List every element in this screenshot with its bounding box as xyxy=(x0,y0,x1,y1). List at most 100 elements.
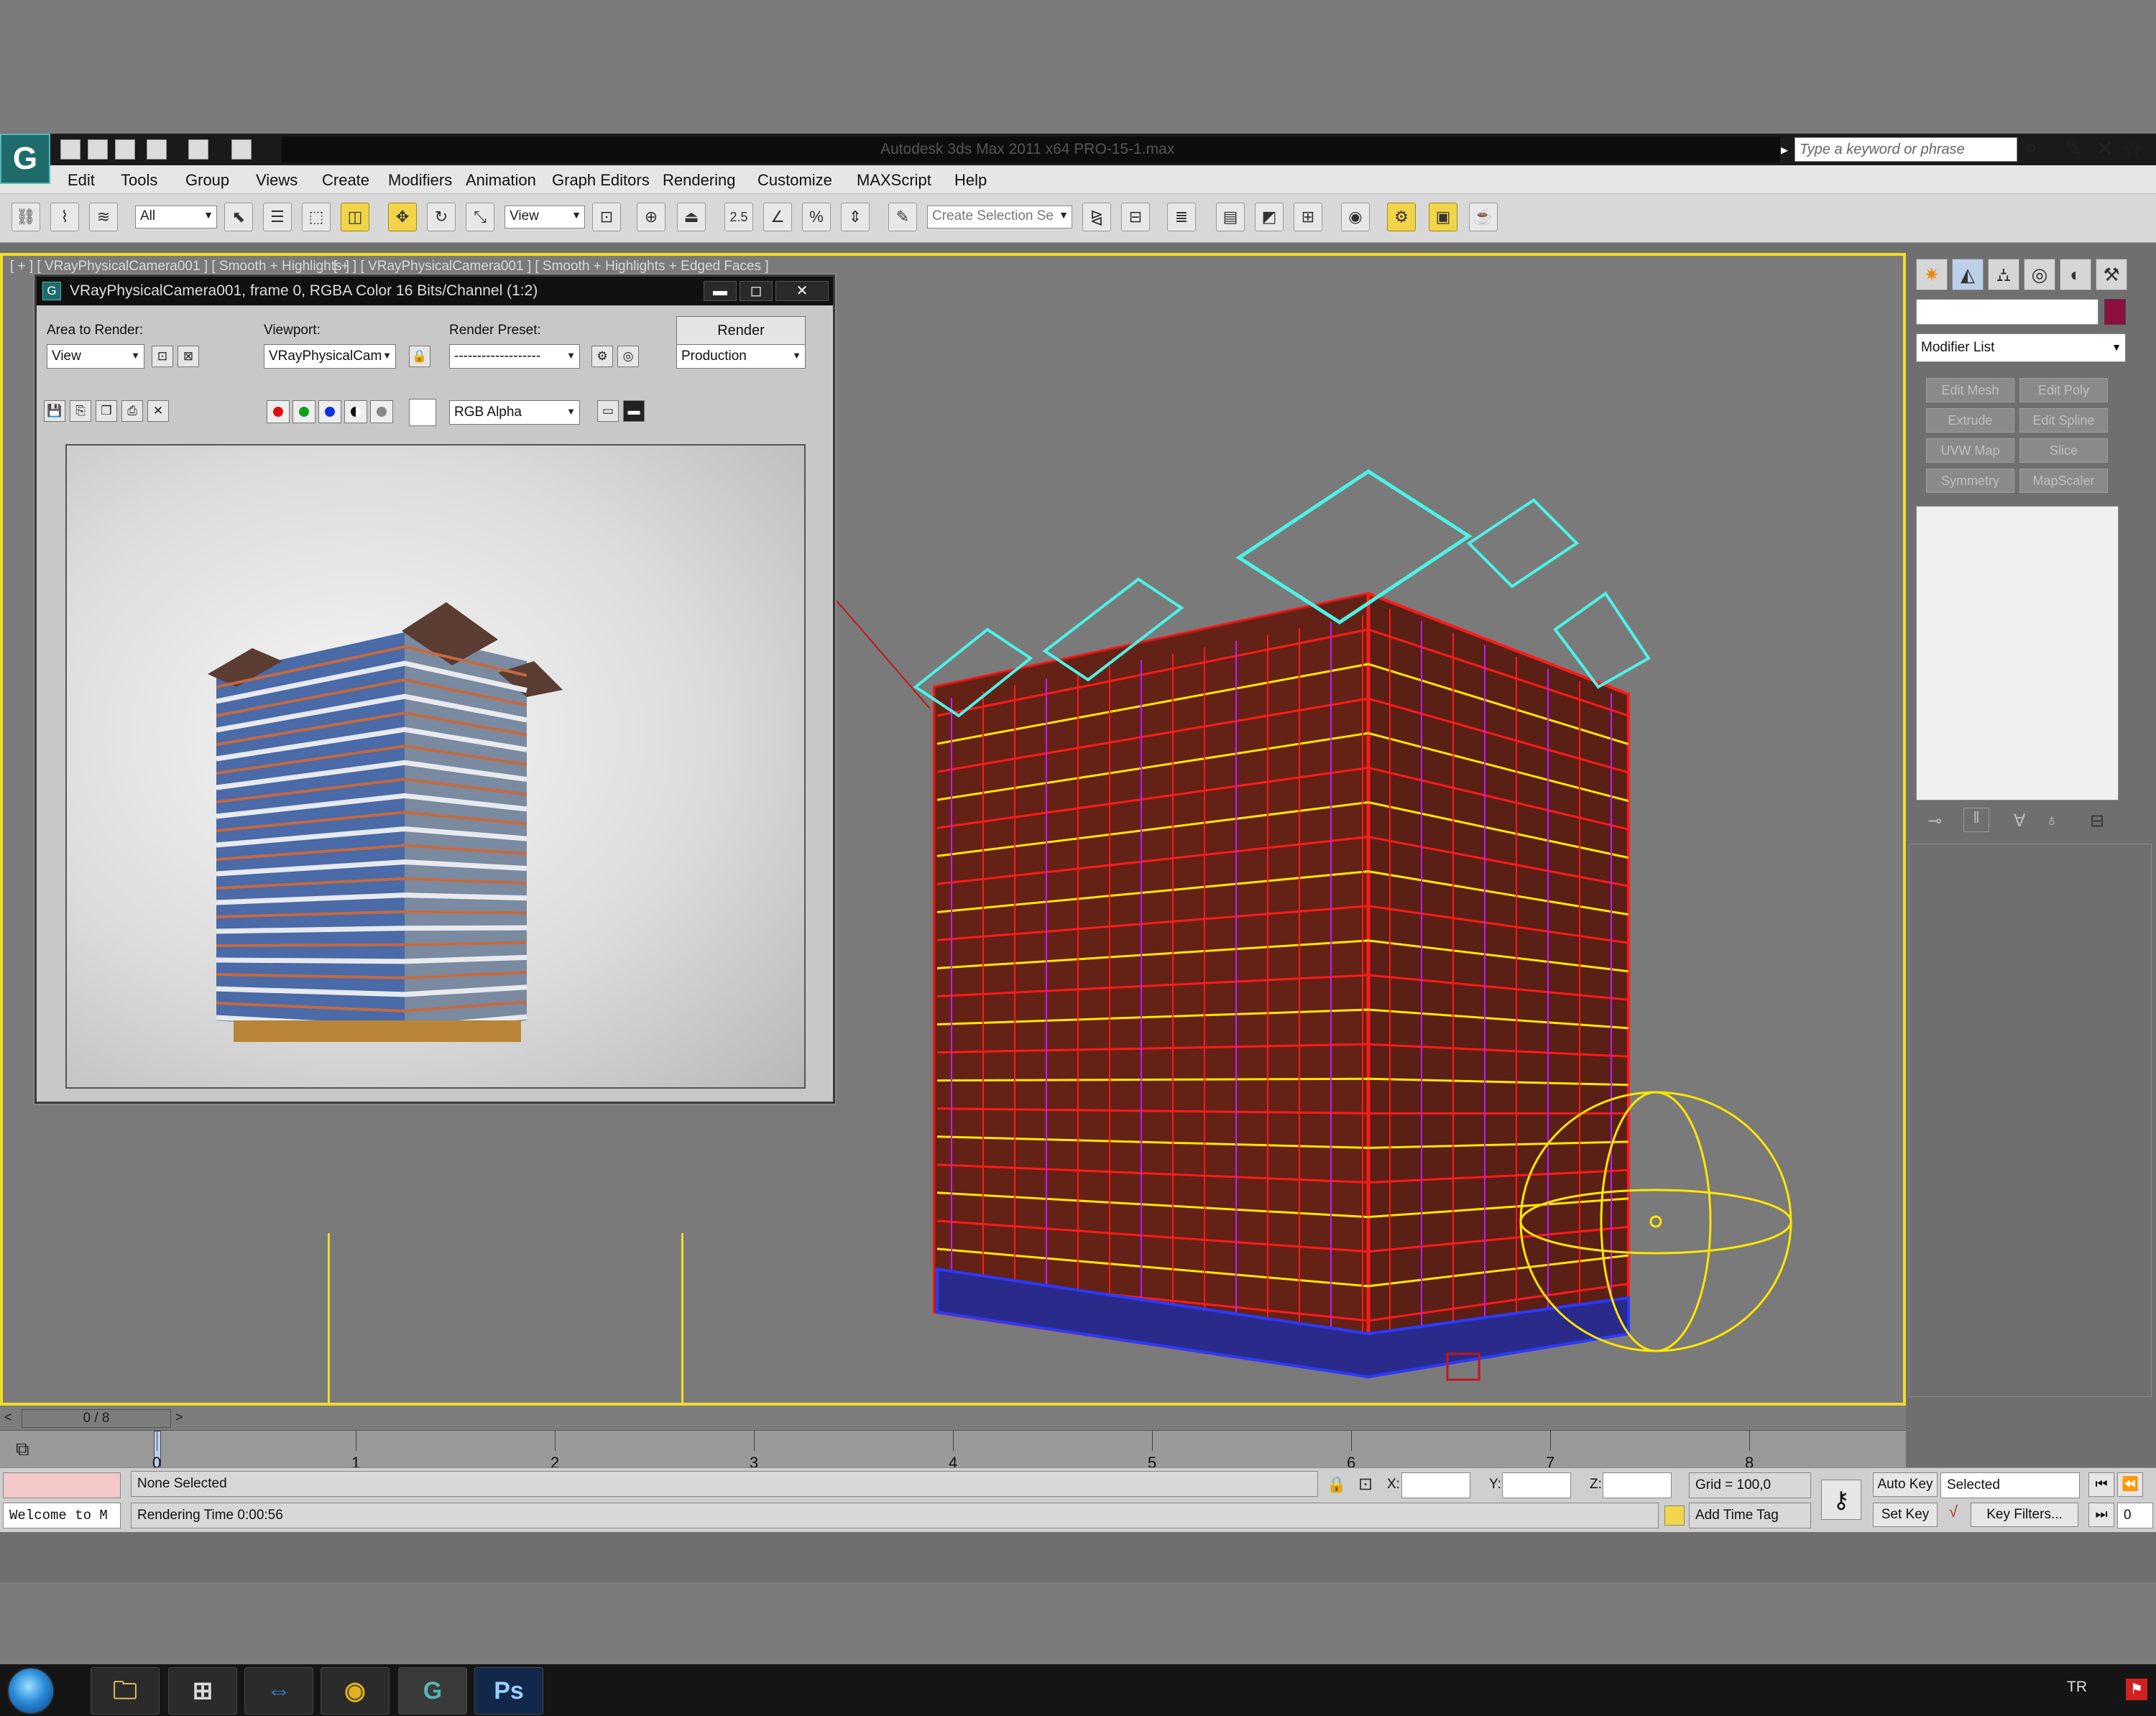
toggle-ui-overlay-icon[interactable]: ▭ xyxy=(597,400,619,422)
lock-viewport-icon[interactable]: 🔒 xyxy=(409,346,430,367)
maxscript-mini-listener-top[interactable] xyxy=(3,1472,121,1498)
maximize-button[interactable]: ◻ xyxy=(740,281,773,301)
key-mode-icon[interactable]: √ xyxy=(1940,1503,1966,1527)
selection-lock-icon[interactable]: 🔒 xyxy=(1327,1475,1346,1494)
render-setup-icon[interactable]: ⚙ xyxy=(1387,203,1416,231)
object-name-field[interactable] xyxy=(1916,299,2099,325)
time-slider[interactable]: < 0 / 8 > xyxy=(0,1406,1906,1430)
snaps-toggle-icon[interactable]: 2.5 xyxy=(724,203,753,231)
environment-icon[interactable]: ◎ xyxy=(617,346,639,367)
absolute-mode-icon[interactable]: ⊡ xyxy=(1358,1474,1373,1495)
viewport-select[interactable]: VRayPhysicalCam xyxy=(264,344,396,369)
menu-edit[interactable]: Edit xyxy=(68,171,95,190)
select-and-scale-icon[interactable]: ⤡ xyxy=(466,203,494,231)
configure-modifier-sets-icon[interactable]: ⊟ xyxy=(2090,811,2104,831)
explorer-icon[interactable]: 🗀 xyxy=(91,1667,160,1715)
bind-space-warp-icon[interactable]: ≋ xyxy=(89,203,118,231)
rectangle-selection-icon[interactable]: ⬚ xyxy=(302,203,331,231)
alpha-channel-toggle[interactable] xyxy=(344,400,367,423)
menu-animation[interactable]: Animation xyxy=(466,171,536,190)
menu-help[interactable]: Help xyxy=(954,171,987,190)
language-indicator[interactable]: TR xyxy=(2067,1679,2087,1696)
display-tab-icon[interactable]: ◐ xyxy=(2060,259,2091,290)
unlink-icon[interactable]: ⌇ xyxy=(50,203,79,231)
layer-manager-icon[interactable]: ≣ xyxy=(1167,203,1196,231)
maxscript-mini-listener[interactable]: Welcome to M xyxy=(3,1503,121,1528)
save-file-icon[interactable] xyxy=(115,139,135,160)
menu-graph-editors[interactable]: Graph Editors xyxy=(552,171,650,190)
color-swatch[interactable] xyxy=(409,399,436,426)
object-color-swatch[interactable] xyxy=(2104,299,2126,325)
time-tag-icon[interactable] xyxy=(1664,1505,1685,1526)
clone-window-icon[interactable]: ❐ xyxy=(96,400,117,422)
rendered-frame-window[interactable]: VRayPhysicalCamera001, frame 0, RGBA Col… xyxy=(34,275,835,1104)
x-coordinate-field[interactable] xyxy=(1401,1472,1470,1498)
teamviewer-icon[interactable]: ⇔ xyxy=(244,1667,313,1715)
communication-icon[interactable]: ✎ xyxy=(2064,137,2082,162)
z-coordinate-field[interactable] xyxy=(1603,1472,1672,1498)
select-and-link-icon[interactable]: ⛓ xyxy=(11,203,40,231)
mapscaler-button[interactable]: MapScaler xyxy=(2019,469,2108,493)
set-key-icon[interactable]: ⚷ xyxy=(1821,1480,1861,1520)
show-end-result-icon[interactable]: ‖ xyxy=(1963,808,1989,832)
search-arrow-icon[interactable]: ▸ xyxy=(1781,141,1788,159)
symmetry-button[interactable]: Symmetry xyxy=(1926,469,2014,493)
select-by-name-icon[interactable]: ☰ xyxy=(263,203,292,231)
select-and-move-icon[interactable]: ✥ xyxy=(388,203,417,231)
notification-tray-icon[interactable]: ⚑ xyxy=(2126,1679,2147,1700)
edit-mesh-button[interactable]: Edit Mesh xyxy=(1926,378,2014,402)
production-select[interactable]: Production xyxy=(676,344,806,369)
y-coordinate-field[interactable] xyxy=(1502,1472,1571,1498)
reference-coordinate-select[interactable]: View xyxy=(505,206,585,229)
binoculars-icon[interactable]: ⚭ xyxy=(2021,137,2039,162)
create-tab-icon[interactable]: ✷ xyxy=(1916,259,1948,290)
render-production-icon[interactable]: ☕ xyxy=(1469,203,1498,231)
mini-curve-editor-icon[interactable]: ⧉ xyxy=(16,1438,29,1461)
clear-image-icon[interactable]: ✕ xyxy=(147,400,169,422)
selection-filter-select[interactable]: All xyxy=(135,206,217,229)
modify-tab-icon[interactable]: ◭ xyxy=(1952,259,1984,290)
make-unique-icon[interactable]: ∀ xyxy=(2014,811,2025,831)
red-channel-toggle[interactable] xyxy=(267,400,290,423)
utilities-tab-icon[interactable]: ⚒ xyxy=(2096,259,2127,290)
new-file-icon[interactable] xyxy=(60,139,80,160)
3dsmax-icon[interactable]: G xyxy=(398,1667,467,1715)
menu-tools[interactable]: Tools xyxy=(121,171,157,190)
menu-customize[interactable]: Customize xyxy=(757,171,832,190)
uvw-map-button[interactable]: UVW Map xyxy=(1926,438,2014,463)
graphite-ribbon-icon[interactable]: ▤ xyxy=(1216,203,1245,231)
print-image-icon[interactable]: ⎙ xyxy=(121,400,143,422)
undo-icon[interactable] xyxy=(147,139,167,160)
rendered-frame-window-icon[interactable]: ▣ xyxy=(1429,203,1457,231)
go-to-start-icon[interactable]: ⏮ xyxy=(2088,1472,2114,1497)
chrome-icon[interactable]: ◉ xyxy=(321,1667,390,1715)
named-selection-set-select[interactable]: Create Selection Se xyxy=(927,206,1072,229)
auto-region-icon[interactable]: ⊠ xyxy=(178,346,199,367)
search-input[interactable]: Type a keyword or phrase xyxy=(1795,137,2017,162)
modifier-stack[interactable] xyxy=(1916,506,2119,801)
photoshop-icon[interactable]: Ps xyxy=(474,1667,543,1715)
hierarchy-tab-icon[interactable]: ⛼ xyxy=(1988,259,2019,290)
menu-views[interactable]: Views xyxy=(256,171,298,190)
minimize-button[interactable]: ▬ xyxy=(704,281,737,301)
key-filters-button[interactable]: Key Filters... xyxy=(1971,1503,2078,1527)
channel-display-select[interactable]: RGB Alpha xyxy=(449,400,580,425)
application-button[interactable]: G xyxy=(0,134,50,184)
edit-spline-button[interactable]: Edit Spline xyxy=(2019,408,2108,433)
pivot-center-icon[interactable]: ⊡ xyxy=(592,203,621,231)
key-selection-select[interactable]: Selected xyxy=(1940,1472,2080,1498)
next-frame-icon[interactable]: > xyxy=(175,1410,183,1425)
motion-tab-icon[interactable]: ◎ xyxy=(2024,259,2055,290)
render-button[interactable]: Render xyxy=(676,316,806,345)
edit-region-icon[interactable]: ⊡ xyxy=(152,346,173,367)
window-crossing-icon[interactable]: ◫ xyxy=(341,203,369,231)
percent-snap-icon[interactable]: % xyxy=(802,203,831,231)
menu-modifiers[interactable]: Modifiers xyxy=(388,171,452,190)
auto-key-button[interactable]: Auto Key xyxy=(1873,1472,1938,1497)
open-file-icon[interactable] xyxy=(88,139,108,160)
library-icon[interactable]: ⊞ xyxy=(168,1667,237,1715)
monochrome-toggle[interactable] xyxy=(370,400,393,423)
curve-editor-icon[interactable]: ◩ xyxy=(1255,203,1284,231)
schematic-view-icon[interactable]: ⊞ xyxy=(1294,203,1322,231)
previous-frame-button-icon[interactable]: ⏪ xyxy=(2117,1472,2143,1497)
